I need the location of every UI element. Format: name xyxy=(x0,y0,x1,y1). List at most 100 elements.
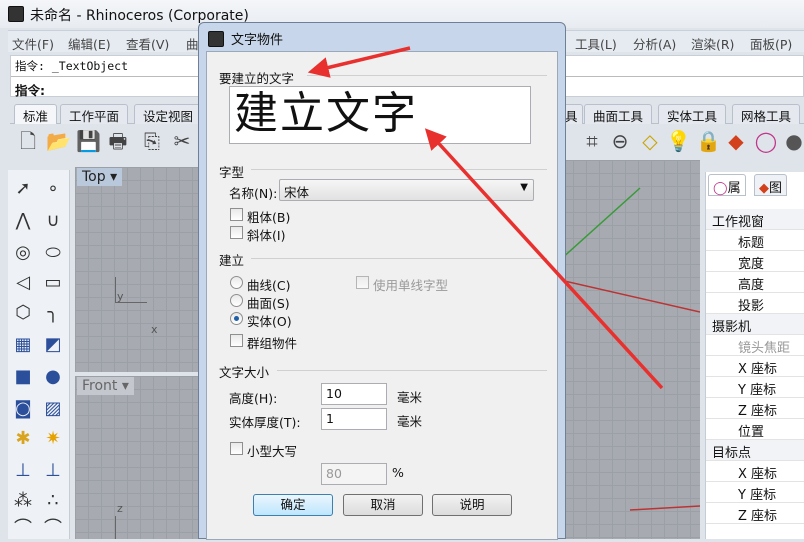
small-caps-percent-input[interactable]: 80 xyxy=(321,463,387,485)
lock-icon[interactable]: 🔒 xyxy=(696,129,721,153)
axis-x-label: x xyxy=(151,323,158,336)
italic-checkbox[interactable] xyxy=(230,226,243,239)
new-file-icon[interactable]: 🗋 xyxy=(16,129,40,153)
menu-edit[interactable]: 编辑(E) xyxy=(68,34,111,53)
small-caps-label: 小型大写 xyxy=(247,444,298,459)
grid-snap-icon[interactable]: ⌗ xyxy=(580,129,604,153)
ellipse-icon[interactable]: ⬭ xyxy=(40,240,66,266)
height-label: 高度(H): xyxy=(229,391,278,406)
ungroup-icon[interactable]: ∴ xyxy=(40,488,66,514)
viewport-front-label[interactable]: Front ▾ xyxy=(77,377,134,395)
tab-set-view[interactable]: 设定视图 xyxy=(134,104,203,124)
menu-tools[interactable]: 工具(L) xyxy=(575,34,617,53)
curve-radio[interactable] xyxy=(230,276,243,289)
print-icon[interactable]: 🖶 xyxy=(106,129,130,153)
color-wheel-icon[interactable]: ◯ xyxy=(754,129,778,153)
menu-curve[interactable]: 曲 xyxy=(186,34,199,53)
thickness-unit: 毫米 xyxy=(397,414,423,429)
height-input[interactable]: 10 xyxy=(321,383,387,405)
percent-label: % xyxy=(392,465,404,480)
menu-view[interactable]: 查看(V) xyxy=(126,34,169,53)
viewport-top-label[interactable]: Top ▾ xyxy=(77,168,123,186)
circle-icon[interactable]: ◎ xyxy=(10,240,36,266)
select-arrow-icon[interactable]: ➚ xyxy=(10,176,36,202)
point-icon[interactable]: ∘ xyxy=(40,176,66,202)
menu-analyze[interactable]: 分析(A) xyxy=(633,34,676,53)
property-row: 标题 xyxy=(706,230,804,251)
mesh-icon[interactable]: ▨ xyxy=(40,396,66,422)
font-group-label: 字型 xyxy=(219,165,245,180)
property-row: Z 座标 xyxy=(706,398,804,419)
rhino-app-icon xyxy=(208,31,224,47)
font-name-dropdown[interactable]: 宋体 ▼ xyxy=(279,179,534,201)
boolean-icon[interactable]: ✱ xyxy=(10,426,36,452)
light-bulb-icon[interactable]: 💡 xyxy=(666,129,691,153)
split-icon[interactable]: ⌒ xyxy=(40,516,66,542)
divider xyxy=(307,75,547,76)
dimension-2-icon[interactable]: ⊥ xyxy=(40,458,66,484)
panel-tab-layers[interactable]: ◆图 xyxy=(754,174,788,196)
single-stroke-checkbox[interactable] xyxy=(356,276,369,289)
polyline-icon[interactable]: ⋀ xyxy=(10,208,36,234)
trim-icon[interactable]: ⌒ xyxy=(10,516,36,542)
polygon-icon[interactable]: ⬡ xyxy=(10,300,36,326)
viewport-perspective[interactable] xyxy=(560,160,700,539)
object-snap-icon[interactable]: ◇ xyxy=(638,129,662,153)
layer-icon[interactable]: ◆ xyxy=(724,129,748,153)
thickness-input[interactable]: 1 xyxy=(321,408,387,430)
sphere-icon[interactable]: ● xyxy=(40,364,66,390)
export-icon[interactable]: ⎘ xyxy=(140,129,164,153)
property-row: 位置 xyxy=(706,419,804,440)
command-prompt[interactable]: 指令: xyxy=(15,80,45,99)
axis-y-label: y xyxy=(117,290,124,303)
open-folder-icon[interactable]: 📂 xyxy=(46,129,71,153)
curve-icon[interactable]: ∪ xyxy=(40,208,66,234)
command-history: 指令: _TextObject xyxy=(15,59,129,73)
text-input[interactable]: 建立文字 xyxy=(229,86,531,144)
tab-mesh-tools[interactable]: 网格工具 xyxy=(732,104,801,124)
explode-icon[interactable]: ✷ xyxy=(40,426,66,452)
cancel-button[interactable]: 取消 xyxy=(343,494,423,516)
help-button[interactable]: 说明 xyxy=(432,494,512,516)
cylinder-icon[interactable]: ◙ xyxy=(10,396,36,422)
dialog-title: 文字物件 xyxy=(231,33,284,48)
bold-checkbox[interactable] xyxy=(230,208,243,221)
property-section-header[interactable]: 摄影机 xyxy=(706,314,804,335)
property-section-header[interactable]: 目标点 xyxy=(706,440,804,461)
tab-solid-tools[interactable]: 实体工具 xyxy=(658,104,727,124)
panel-tab-properties[interactable]: ◯属 xyxy=(708,174,746,196)
extrude-surface-icon[interactable]: ◩ xyxy=(40,332,66,358)
viewport-title: Front xyxy=(82,378,118,394)
render-sphere-icon[interactable]: ● xyxy=(782,129,804,153)
menu-render[interactable]: 渲染(R) xyxy=(691,34,734,53)
property-section-header[interactable]: 工作视窗 xyxy=(706,209,804,230)
surface-radio[interactable] xyxy=(230,294,243,307)
viewport-top[interactable]: Top ▾ y x xyxy=(75,167,199,372)
viewport-front[interactable]: Front ▾ z xyxy=(75,376,199,539)
ok-button[interactable]: 确定 xyxy=(253,494,333,516)
fillet-icon[interactable]: ╮ xyxy=(40,300,66,326)
menu-file[interactable]: 文件(F) xyxy=(12,34,54,53)
arc-icon[interactable]: ◁ xyxy=(10,270,36,296)
cut-icon[interactable]: ✂ xyxy=(170,129,194,153)
tab-cplanes[interactable]: 工作平面 xyxy=(60,104,129,124)
bold-label: 粗体(B) xyxy=(247,210,291,225)
divider xyxy=(277,370,547,371)
small-caps-checkbox[interactable] xyxy=(230,442,243,455)
solid-label: 实体(O) xyxy=(247,314,292,329)
group-icon[interactable]: ⁂ xyxy=(10,488,36,514)
tab-standard[interactable]: 标准 xyxy=(14,104,58,124)
solid-radio[interactable] xyxy=(230,312,243,325)
osnap-icon[interactable]: ⊖ xyxy=(608,129,632,153)
group-objects-checkbox[interactable] xyxy=(230,334,243,347)
group-objects-label: 群组物件 xyxy=(247,336,298,351)
menu-panels[interactable]: 面板(P) xyxy=(750,34,792,53)
dimension-icon[interactable]: ⊥ xyxy=(10,458,36,484)
rectangle-icon[interactable]: ▭ xyxy=(40,270,66,296)
save-icon[interactable]: 💾 xyxy=(76,129,101,153)
box-icon[interactable]: ■ xyxy=(10,364,36,390)
tab-surface-tools[interactable]: 曲面工具 xyxy=(584,104,653,124)
thickness-label: 实体厚度(T): xyxy=(229,415,301,430)
surface-points-icon[interactable]: ▦ xyxy=(10,332,36,358)
font-name-label: 名称(N): xyxy=(229,186,278,201)
